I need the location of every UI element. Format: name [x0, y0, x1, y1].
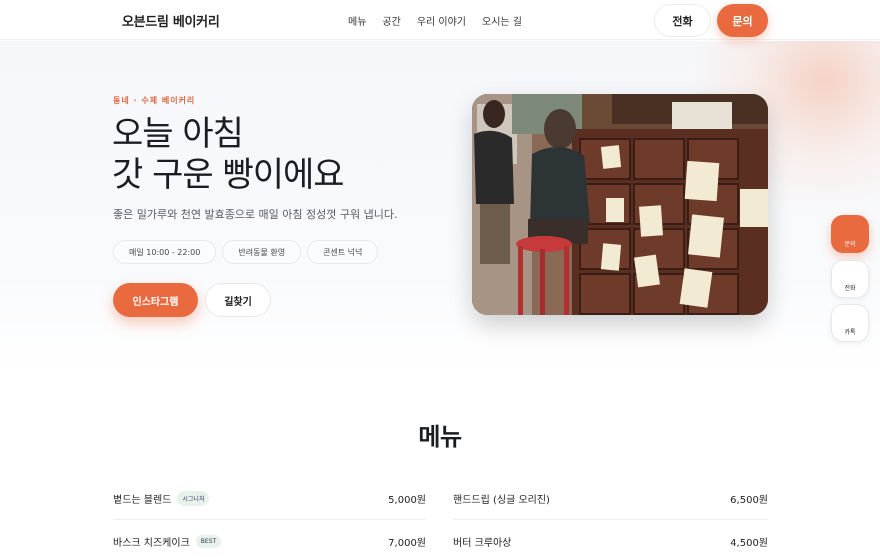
- site-header: 오븐드림 베이커리 메뉴 공간 우리 이야기 오시는 길 전화 문의: [0, 0, 880, 40]
- header-call-button[interactable]: 전화: [654, 4, 711, 37]
- chip-pets: 반려동물 환영: [222, 240, 302, 264]
- menu-item-name: 버터 크루아상: [453, 538, 512, 549]
- menu-item: 핸드드립 (싱글 오리진) 6,500원: [453, 477, 768, 520]
- hero-title: 오늘 아침 갓 구운 빵이에요: [112, 114, 345, 196]
- menu-item: 바스크 치즈케이크 BEST 7,000원: [113, 520, 426, 557]
- menu-item: 버터 크루아상 4,500원: [453, 520, 768, 557]
- info-chips: 매일 10:00 - 22:00 반려동물 환영 콘센트 넉넉: [113, 240, 379, 264]
- hero-photo: [472, 94, 768, 315]
- floating-kakaotalk-button[interactable]: 카톡: [831, 304, 869, 342]
- hero-title-line-1: 오늘 아침: [112, 114, 244, 154]
- menu-item-name: 바스크 치즈케이크: [113, 538, 190, 549]
- brand-logo[interactable]: 오븐드림 베이커리: [122, 11, 220, 30]
- menu-item-name: 핸드드립 (싱글 오리진): [453, 494, 550, 506]
- menu-item-badge: 시그니처: [177, 490, 210, 506]
- nav-link-story[interactable]: 우리 이야기: [417, 13, 466, 28]
- floating-call-button[interactable]: 전화: [831, 260, 869, 298]
- instagram-button[interactable]: 인스타그램: [113, 283, 198, 317]
- menu-item-price: 4,500원: [730, 538, 768, 549]
- main-nav: 메뉴 공간 우리 이야기 오시는 길: [348, 13, 522, 28]
- hero-title-line-2: 갓 구운 빵이에요: [112, 155, 345, 195]
- menu-item-price: 5,000원: [388, 494, 426, 506]
- hero-eyebrow: 동네 · 수제 베이커리: [113, 96, 196, 105]
- directions-button[interactable]: 길찾기: [205, 283, 271, 317]
- menu-item-price: 7,000원: [388, 538, 426, 549]
- menu-item-badge: BEST: [195, 535, 222, 548]
- hero-section: 동네 · 수제 베이커리 오늘 아침 갓 구운 빵이에요 좋은 밀가루와 천연 …: [0, 41, 880, 371]
- menu-item: 볕드는 블렌드 시그니처 5,000원: [113, 477, 426, 520]
- menu-item-name: 볕드는 블렌드: [113, 494, 172, 506]
- nav-link-space[interactable]: 공간: [382, 13, 400, 28]
- header-inquiry-button[interactable]: 문의: [717, 4, 768, 37]
- menu-section-title: 메뉴: [418, 423, 462, 451]
- nav-link-menu[interactable]: 메뉴: [348, 13, 366, 28]
- hero-subtitle: 좋은 밀가루와 천연 발효종으로 매일 아침 정성껏 구워 냅니다.: [113, 208, 398, 221]
- nav-link-directions[interactable]: 오시는 길: [482, 13, 522, 28]
- menu-item-price: 6,500원: [730, 494, 768, 506]
- chip-hours: 매일 10:00 - 22:00: [113, 240, 217, 264]
- bakery-interior-illustration: [472, 94, 768, 315]
- floating-inquiry-button[interactable]: 문의: [831, 215, 869, 253]
- chip-outlets: 콘센트 넉넉: [307, 240, 379, 264]
